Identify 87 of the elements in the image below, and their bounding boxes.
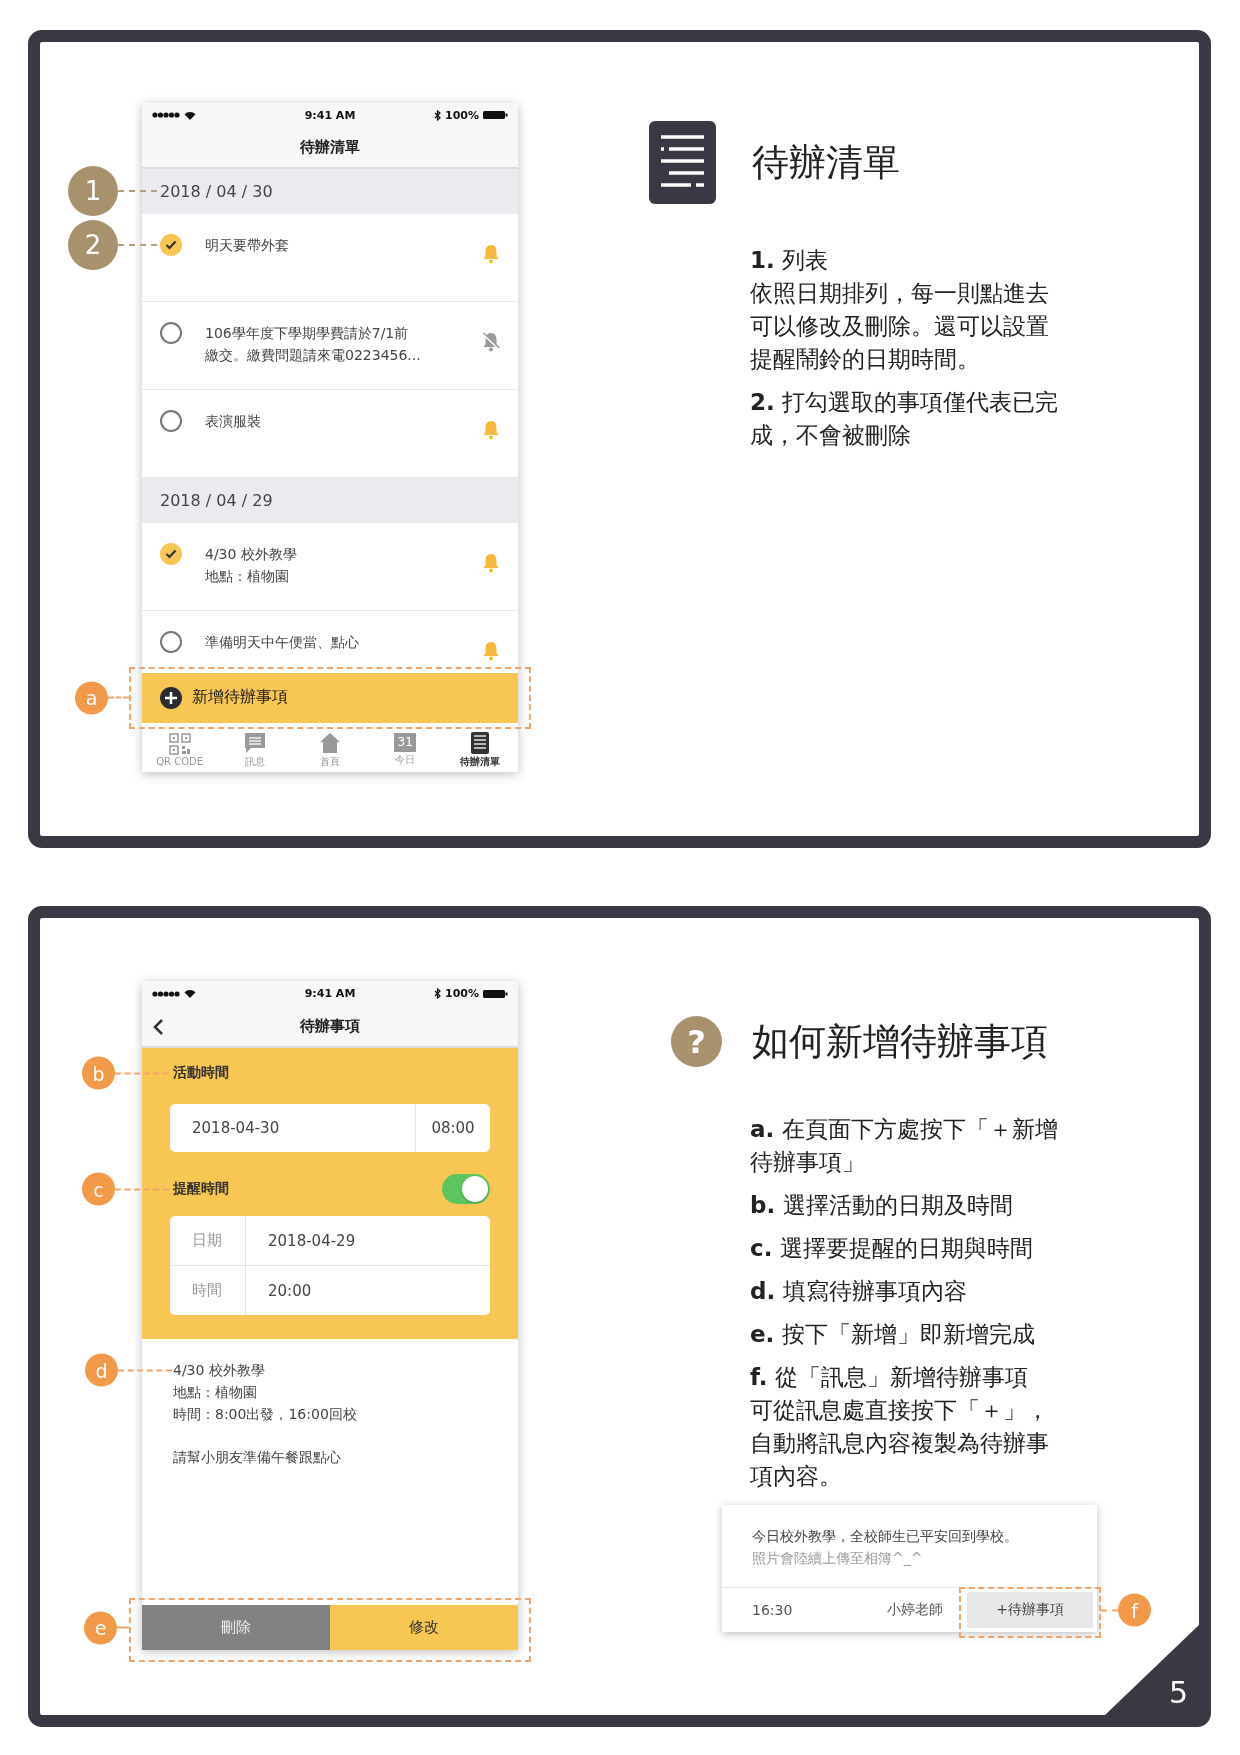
date-time-field[interactable]: 2018-04-30 08:00: [170, 1104, 490, 1152]
bluetooth-icon: [434, 988, 441, 999]
battery-percent: 100%: [445, 987, 479, 1000]
instruction-paragraph: d. 填寫待辦事項內容: [750, 1277, 968, 1306]
callout-badge: f: [1118, 1593, 1151, 1627]
note-text[interactable]: 4/30 校外教學 地點：植物園 時間：8:00出發，16:00回校: [173, 1359, 518, 1425]
message-icon: [243, 731, 266, 754]
instruction-paragraph: b. 選擇活動的日期及時間: [750, 1191, 1014, 1220]
bluetooth-icon: [434, 109, 441, 121]
checkbox[interactable]: [160, 321, 182, 344]
list-icon: [471, 731, 490, 754]
battery-percent: 100%: [445, 108, 479, 122]
todo-row[interactable]: 明天要帶外套: [142, 213, 518, 302]
screen-title: 待辦事項: [300, 1016, 360, 1036]
checkbox[interactable]: [160, 409, 182, 432]
callout-badge: e: [84, 1611, 117, 1644]
todo-text: 106學年度下學期學費請於7/1前 繳交。繳費問題請來電0223456...: [205, 323, 422, 365]
todo-row[interactable]: 106學年度下學期學費請於7/1前 繳交。繳費問題請來電0223456...: [142, 301, 518, 390]
instruction-paragraph: 1. 列表 依照日期排列，每一則點進去 可以修改及刪除。還可以設置 提醒鬧鈴的日期時間。: [750, 246, 1050, 374]
row-label: 日期: [170, 1216, 246, 1265]
callout-badge: a: [75, 681, 108, 715]
add-todo-button[interactable]: 新增待辦事項: [142, 672, 518, 723]
instruction-paragraph: e. 按下「新增」即新增完成: [750, 1320, 1036, 1349]
section-title: 如何新增待辦事項: [752, 1018, 1049, 1065]
callout-badge: 1: [68, 166, 118, 217]
todo-row[interactable]: 4/30 校外教學 地點：植物園: [142, 522, 518, 611]
checkmark-icon: [165, 239, 177, 250]
battery-icon: [483, 110, 508, 121]
add-todo-button[interactable]: +待辦事項: [967, 1592, 1093, 1628]
instruction-paragraph: 2. 打勾選取的事項僅代表已完 成，不會被刪除: [750, 388, 1060, 450]
todo-row[interactable]: 準備明天中午便當、點心: [142, 610, 518, 667]
leader-line: [108, 696, 129, 699]
checkbox[interactable]: [160, 630, 182, 653]
plus-icon: [160, 686, 182, 709]
leader-line: [118, 243, 157, 246]
calendar-icon: 31: [394, 733, 417, 753]
callout-badge: b: [82, 1056, 115, 1090]
instruction-paragraph: a. 在頁面下方處按下「＋新增 待辦事項」: [750, 1115, 1059, 1177]
page-number: 5: [1104, 1624, 1200, 1716]
checkmark-icon: [165, 548, 177, 559]
status-time: 9:41 AM: [304, 987, 356, 1000]
callout-badge: d: [85, 1353, 118, 1387]
question-icon: ?: [671, 1016, 722, 1067]
instruction-paragraph: c. 選擇要提醒的日期與時間: [750, 1234, 1034, 1263]
signal-icon: [152, 112, 180, 119]
toggle-switch[interactable]: [442, 1174, 490, 1204]
checkbox[interactable]: [160, 233, 182, 256]
todo-text: 表演服裝: [205, 411, 262, 431]
edit-button[interactable]: 修改: [330, 1605, 518, 1650]
row-label: 時間: [170, 1266, 246, 1315]
note-text[interactable]: 請幫小朋友準備午餐跟點心: [173, 1446, 518, 1468]
todo-text: 4/30 校外教學 地點：植物園: [205, 544, 298, 586]
screen-title: 待辦清單: [300, 137, 360, 157]
field-label: 活動時間: [173, 1064, 229, 1082]
todo-text: 明天要帶外套: [205, 235, 290, 255]
home-icon: [319, 731, 341, 754]
instruction-paragraph: f. 從「訊息」新增待辦事項 可從訊息處直接按下「＋」， 自動將訊息內容複製為待辦事 項內容。: [750, 1363, 1050, 1491]
message-sender: 小婷老師: [885, 1601, 944, 1619]
date-label: 2018 / 04 / 30: [160, 181, 273, 201]
section-title: 待辦清單: [752, 139, 901, 186]
leader-line: [118, 1369, 172, 1371]
callout-badge: 2: [68, 219, 118, 270]
list-icon: [649, 121, 716, 204]
qr-code-icon: [168, 733, 191, 756]
field-label: 提醒時間: [173, 1180, 229, 1198]
tab-bar-item[interactable]: 待辦清單: [442, 728, 518, 772]
leader-line: [115, 1072, 169, 1074]
back-icon[interactable]: [152, 1018, 164, 1036]
wifi-icon: [184, 110, 196, 120]
checkbox[interactable]: [160, 542, 182, 565]
leader-line: [117, 1626, 129, 1629]
status-time: 9:41 AM: [304, 108, 356, 122]
leader-line: [118, 190, 157, 193]
message-subtext: 照片會陸續上傳至相簿^_^: [752, 1549, 924, 1568]
row-value[interactable]: 2018-04-29: [246, 1231, 356, 1250]
message-time: 16:30: [751, 1602, 794, 1618]
message-text: 今日校外教學，全校師生已平安回到學校。: [752, 1527, 1019, 1546]
todo-text: 準備明天中午便當、點心: [205, 632, 360, 652]
wifi-icon: [184, 989, 196, 998]
row-value[interactable]: 20:00: [246, 1281, 312, 1300]
battery-icon: [483, 988, 508, 999]
date-label: 2018 / 04 / 29: [160, 490, 273, 510]
todo-row[interactable]: 表演服裝: [142, 389, 518, 478]
callout-badge: c: [82, 1172, 115, 1206]
leader-line: [115, 1188, 169, 1190]
muted-bell-icon[interactable]: [482, 331, 500, 352]
signal-icon: [152, 990, 180, 997]
